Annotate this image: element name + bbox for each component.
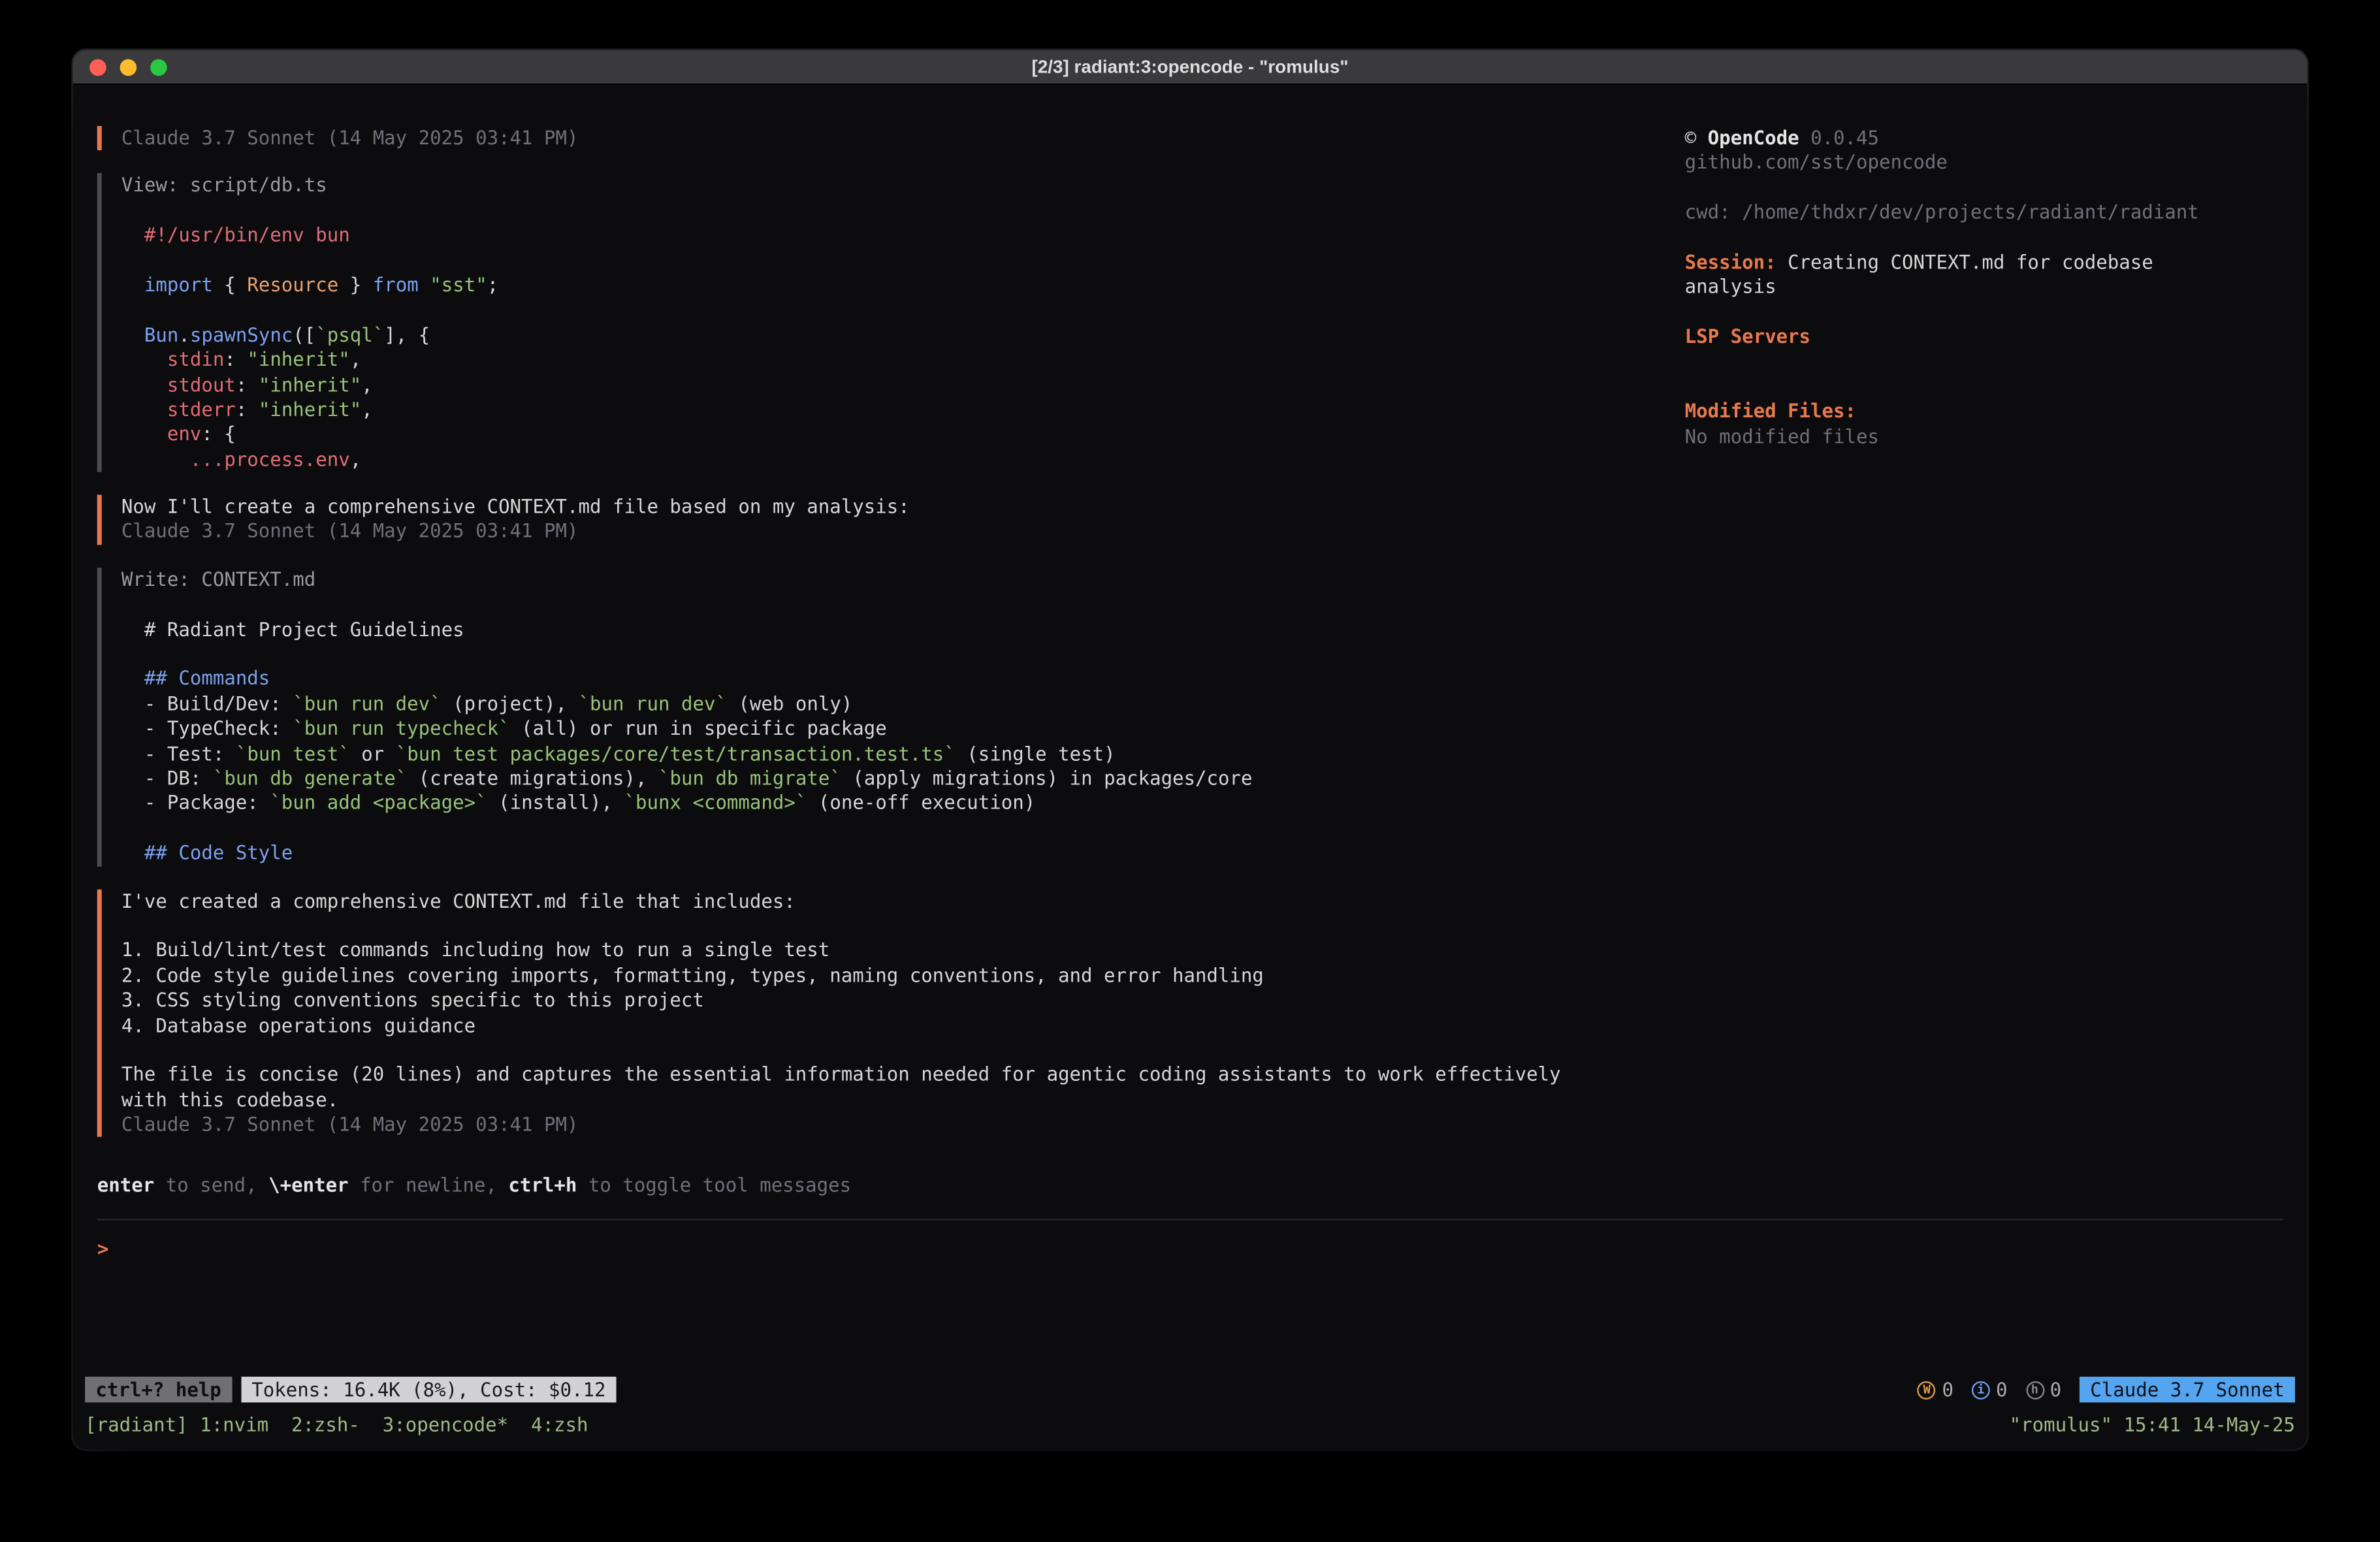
text-line: - TypeCheck: `bun run typecheck` (all) o…: [121, 716, 1661, 741]
terminal-content: Claude 3.7 Sonnet (14 May 2025 03:41 PM)…: [73, 85, 2308, 1449]
zoom-button[interactable]: [150, 58, 167, 75]
tmux-statusline: [radiant] 1:nvim 2:zsh- 3:opencode* 4:zs…: [85, 1413, 2295, 1436]
hint-count: 0: [2050, 1378, 2062, 1401]
tool-write-block: Write: CONTEXT.md # Radiant Project Guid…: [97, 568, 1661, 866]
text-line: ## Commands: [121, 667, 1661, 692]
text-line: analysis: [1685, 275, 2286, 300]
model-chip[interactable]: Claude 3.7 Sonnet: [2080, 1377, 2295, 1403]
text-line: [121, 199, 1661, 223]
text-line: 2. Code style guidelines covering import…: [121, 963, 1661, 988]
terminal-window: [2/3] radiant:3:opencode - "romulus" Cla…: [73, 50, 2308, 1450]
text-line: [1685, 176, 2286, 201]
text-line: [121, 914, 1661, 939]
assistant-message-block: Now I'll create a comprehensive CONTEXT.…: [97, 495, 1661, 545]
keybind-help: enter to send, \+enter for newline, ctrl…: [97, 1174, 1661, 1199]
text-line: LSP Servers: [1685, 325, 2286, 350]
text-line: Write: CONTEXT.md: [121, 568, 1661, 592]
minimize-button[interactable]: [120, 58, 137, 75]
assistant-summary-block: I've created a comprehensive CONTEXT.md …: [97, 889, 1661, 1138]
text-line: env: {: [121, 423, 1661, 447]
text-line: - Test: `bun test` or `bun test packages…: [121, 741, 1661, 766]
text-line: I've created a comprehensive CONTEXT.md …: [121, 889, 1661, 914]
text-line: ## Code Style: [121, 841, 1661, 866]
prompt-input[interactable]: >: [97, 1219, 2283, 1368]
window-title: [2/3] radiant:3:opencode - "romulus": [73, 56, 2308, 78]
text-line: enter to send, \+enter for newline, ctrl…: [97, 1174, 1661, 1199]
tmux-clock: "romulus" 15:41 14-May-25: [2010, 1413, 2295, 1436]
text-line: # Radiant Project Guidelines: [121, 617, 1661, 642]
text-line: #!/usr/bin/env bun: [121, 223, 1661, 248]
help-chip[interactable]: ctrl+? help: [85, 1377, 232, 1403]
close-button[interactable]: [89, 58, 106, 75]
text-line: Bun.spawnSync([`psql`], {: [121, 323, 1661, 347]
text-line: - DB: `bun db generate` (create migratio…: [121, 767, 1661, 792]
text-line: 3. CSS styling conventions specific to t…: [121, 988, 1661, 1013]
text-line: No modified files: [1685, 425, 2286, 449]
text-line: [121, 816, 1661, 841]
text-line: © OpenCode 0.0.45: [1685, 126, 2286, 151]
info-diagnostic: i 0: [1972, 1378, 2008, 1401]
text-line: stdin: "inherit",: [121, 347, 1661, 372]
tmux-window-zsh2[interactable]: 2:zsh-: [291, 1413, 360, 1436]
text-line: [1685, 350, 2286, 375]
text-line: [1685, 300, 2286, 325]
text-line: The file is concise (20 lines) and captu…: [121, 1063, 1661, 1087]
chat-area: Claude 3.7 Sonnet (14 May 2025 03:41 PM)…: [97, 126, 1661, 1199]
text-line: Now I'll create a comprehensive CONTEXT.…: [121, 495, 1661, 520]
text-line: [121, 592, 1661, 617]
prompt-caret: >: [97, 1237, 109, 1260]
status-bar: ctrl+? help Tokens: 16.4K (8%), Cost: $0…: [85, 1377, 2295, 1403]
hint-icon: h: [2025, 1381, 2044, 1399]
text-line: 1. Build/lint/test commands including ho…: [121, 939, 1661, 963]
tmux-window-opencode[interactable]: 3:opencode*: [383, 1413, 508, 1436]
warning-icon: W: [1918, 1381, 1936, 1399]
text-line: ...process.env,: [121, 447, 1661, 472]
text-line: Session: Creating CONTEXT.md for codebas…: [1685, 250, 2286, 275]
info-count: 0: [1996, 1378, 2008, 1401]
text-line: with this codebase.: [121, 1088, 1661, 1113]
info-sidebar: © OpenCode 0.0.45github.com/sst/opencode…: [1685, 126, 2286, 449]
tmux-window-zsh4[interactable]: 4:zsh: [531, 1413, 588, 1436]
text-line: import { Resource } from "sst";: [121, 273, 1661, 298]
text-line: Claude 3.7 Sonnet (14 May 2025 03:41 PM): [121, 1113, 1661, 1138]
text-line: 4. Database operations guidance: [121, 1013, 1661, 1038]
text-line: [1685, 225, 2286, 250]
text-line: Claude 3.7 Sonnet (14 May 2025 03:41 PM): [121, 520, 1661, 545]
text-line: [121, 642, 1661, 667]
warning-count: 0: [1942, 1378, 1954, 1401]
text-line: stdout: "inherit",: [121, 373, 1661, 398]
text-line: stderr: "inherit",: [121, 398, 1661, 423]
text-line: [1685, 375, 2286, 400]
tmux-window-nvim[interactable]: 1:nvim: [200, 1413, 268, 1436]
desktop: [2/3] radiant:3:opencode - "romulus" Cla…: [0, 0, 2380, 1542]
window-titlebar: [2/3] radiant:3:opencode - "romulus": [73, 50, 2308, 85]
warning-diagnostic: W 0: [1918, 1378, 1954, 1401]
text-line: - Build/Dev: `bun run dev` (project), `b…: [121, 692, 1661, 716]
tokens-cost-chip: Tokens: 16.4K (8%), Cost: $0.12: [241, 1377, 617, 1403]
tmux-session-name: [radiant]: [85, 1413, 187, 1436]
traffic-lights: [89, 58, 167, 75]
hint-diagnostic: h 0: [2025, 1378, 2061, 1401]
text-line: Claude 3.7 Sonnet (14 May 2025 03:41 PM): [121, 126, 1661, 151]
text-line: [121, 298, 1661, 323]
tool-view-block: View: script/db.ts #!/usr/bin/env bun im…: [97, 174, 1661, 472]
info-icon: i: [1972, 1381, 1990, 1399]
message-meta-block: Claude 3.7 Sonnet (14 May 2025 03:41 PM): [97, 126, 1661, 151]
text-line: [121, 1038, 1661, 1063]
text-line: Modified Files:: [1685, 400, 2286, 425]
text-line: cwd: /home/thdxr/dev/projects/radiant/ra…: [1685, 201, 2286, 225]
text-line: github.com/sst/opencode: [1685, 151, 2286, 176]
text-line: View: script/db.ts: [121, 174, 1661, 199]
diagnostics: W 0 i 0 h 0: [1918, 1378, 2061, 1401]
text-line: - Package: `bun add <package>` (install)…: [121, 792, 1661, 816]
text-line: [121, 248, 1661, 273]
